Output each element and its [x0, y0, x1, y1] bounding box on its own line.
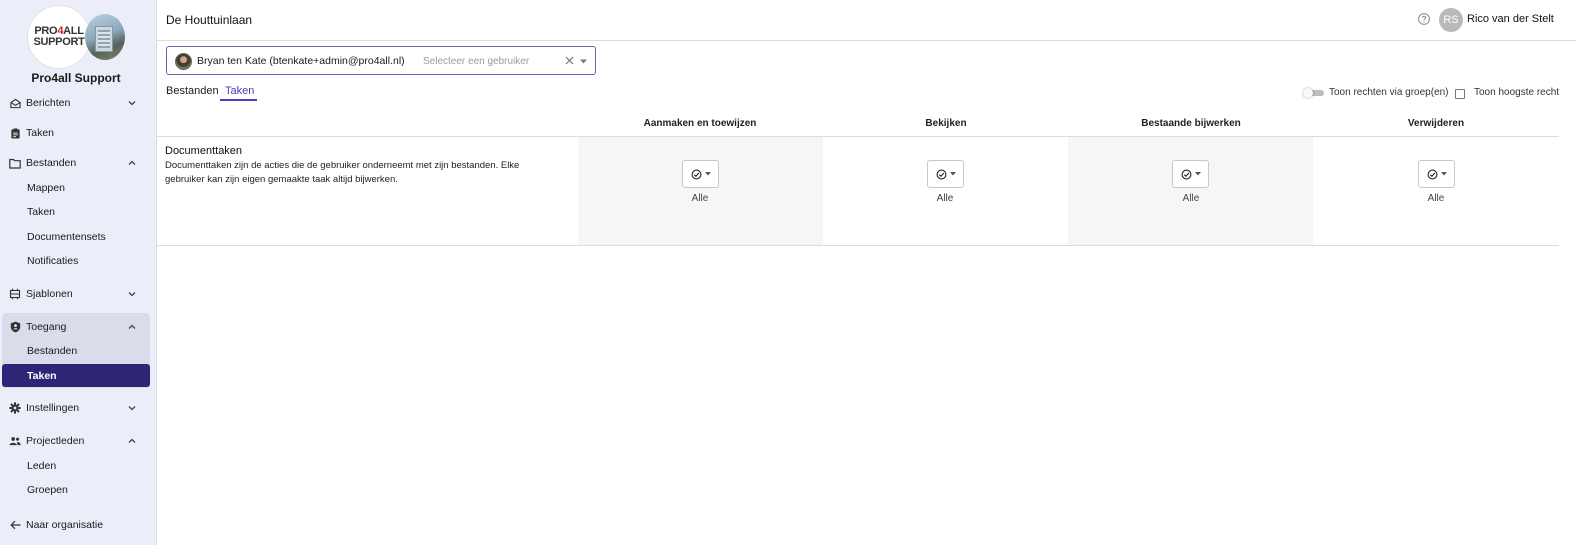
sidebar-item-berichten[interactable]: Berichten [2, 91, 150, 115]
clipboard-icon [9, 127, 21, 139]
group-rights-toggle-label: Toon rechten via groep(en) [1329, 87, 1449, 98]
sidebar-item-label: Bestanden [26, 157, 77, 169]
org-logo-badge: PRO4ALL SUPPORT [27, 5, 91, 69]
sidebar: PRO4ALL SUPPORT Pro4all Support Berichte… [0, 0, 157, 545]
permission-dropdown-button[interactable] [1418, 160, 1455, 188]
row-description: Documenttaken zijn de acties die de gebr… [165, 160, 520, 185]
chevron-down-icon [128, 101, 136, 106]
column-shade [1068, 137, 1313, 245]
arrow-left-icon [9, 519, 21, 531]
sidebar-item-instellingen[interactable]: Instellingen [2, 396, 150, 420]
chevron-down-icon [128, 406, 136, 411]
selected-user-chip[interactable]: Bryan ten Kate (btenkate+admin@pro4all.n… [197, 55, 405, 67]
caret-down-icon [1440, 172, 1447, 176]
check-circle-icon [691, 169, 701, 179]
highest-right-checkbox-label: Toon hoogste recht [1474, 87, 1560, 98]
logo-text-support: SUPPORT [33, 36, 85, 48]
sidebar-item-toegang[interactable]: Toegang [2, 315, 150, 339]
project-photo [85, 14, 125, 60]
sidebar-item-leden[interactable]: Leden [2, 454, 150, 477]
column-header: Bekijken [925, 118, 967, 129]
tab-taken[interactable]: Taken [225, 85, 254, 97]
permission-value: Alle [691, 193, 709, 204]
user-avatar [175, 53, 192, 70]
caret-down-icon[interactable] [580, 59, 587, 64]
sidebar-item-bestanden-taken[interactable]: Taken [2, 200, 150, 223]
template-icon [9, 288, 21, 300]
divider [157, 136, 1559, 137]
chevron-up-icon [128, 324, 136, 329]
permission-value: Alle [936, 193, 954, 204]
chevron-up-icon [128, 438, 136, 443]
sidebar-item-toegang-taken[interactable]: Taken [2, 364, 150, 387]
sidebar-item-label: Projectleden [26, 435, 85, 447]
tab-bestanden[interactable]: Bestanden [166, 85, 219, 97]
sidebar-item-taken[interactable]: Taken [2, 121, 150, 145]
org-logo[interactable]: PRO4ALL SUPPORT [27, 5, 125, 69]
check-circle-icon [1427, 169, 1437, 179]
active-tab-indicator [220, 99, 257, 101]
user-select-placeholder: Selecteer een gebruiker [423, 56, 530, 67]
permission-dropdown-button[interactable] [682, 160, 719, 188]
people-icon [9, 435, 21, 447]
top-header: De Houttuinlaan RS Rico van der Stelt [157, 0, 1576, 41]
sidebar-item-notificaties[interactable]: Notificaties [2, 249, 150, 272]
user-select-input[interactable]: Bryan ten Kate (btenkate+admin@pro4all.n… [166, 46, 596, 75]
sidebar-item-label: Toegang [26, 321, 67, 333]
column-shade [578, 137, 823, 245]
caret-down-icon [949, 172, 956, 176]
sidebar-item-label: Instellingen [26, 402, 80, 414]
sidebar-item-bestanden[interactable]: Bestanden [2, 151, 150, 175]
check-circle-icon [1181, 169, 1191, 179]
column-header: Aanmaken en toewijzen [643, 118, 757, 129]
mail-icon [9, 97, 21, 109]
column-header: Bestaande bijwerken [1141, 118, 1241, 129]
sidebar-item-label: Berichten [26, 97, 71, 109]
divider [157, 245, 1559, 246]
back-to-organisation-link[interactable]: Naar organisatie [2, 513, 150, 537]
shield-icon [9, 321, 21, 333]
group-rights-toggle[interactable] [1303, 88, 1324, 98]
sidebar-item-label: Taken [26, 127, 55, 139]
help-icon[interactable] [1417, 12, 1431, 26]
sidebar-item-sjablonen[interactable]: Sjablonen [2, 282, 150, 306]
user-name[interactable]: Rico van der Stelt [1467, 13, 1554, 25]
permission-dropdown-button[interactable] [1172, 160, 1209, 188]
sidebar-item-projectleden[interactable]: Projectleden [2, 429, 150, 453]
page-title: De Houttuinlaan [166, 13, 253, 27]
folder-icon [9, 157, 21, 169]
avatar[interactable]: RS [1439, 8, 1463, 32]
sidebar-item-groepen[interactable]: Groepen [2, 478, 150, 501]
caret-down-icon [1194, 172, 1201, 176]
permission-dropdown-button[interactable] [927, 160, 964, 188]
close-icon[interactable] [565, 56, 574, 65]
chevron-up-icon [128, 160, 136, 165]
check-circle-icon [936, 169, 946, 179]
caret-down-icon [704, 172, 711, 176]
column-header: Verwijderen [1407, 118, 1465, 129]
gear-icon [9, 402, 21, 414]
sidebar-item-documentensets[interactable]: Documentensets [2, 225, 150, 248]
sidebar-item-toegang-bestanden[interactable]: Bestanden [2, 339, 150, 362]
highest-right-checkbox[interactable] [1455, 89, 1465, 99]
sidebar-item-label: Sjablonen [26, 288, 73, 300]
sidebar-item-label: Naar organisatie [26, 519, 104, 531]
org-name: Pro4all Support [31, 71, 121, 85]
row-title: Documenttaken [165, 145, 243, 157]
sidebar-item-mappen[interactable]: Mappen [2, 176, 150, 199]
permission-value: Alle [1182, 193, 1200, 204]
permission-value: Alle [1427, 193, 1445, 204]
chevron-down-icon [128, 292, 136, 297]
